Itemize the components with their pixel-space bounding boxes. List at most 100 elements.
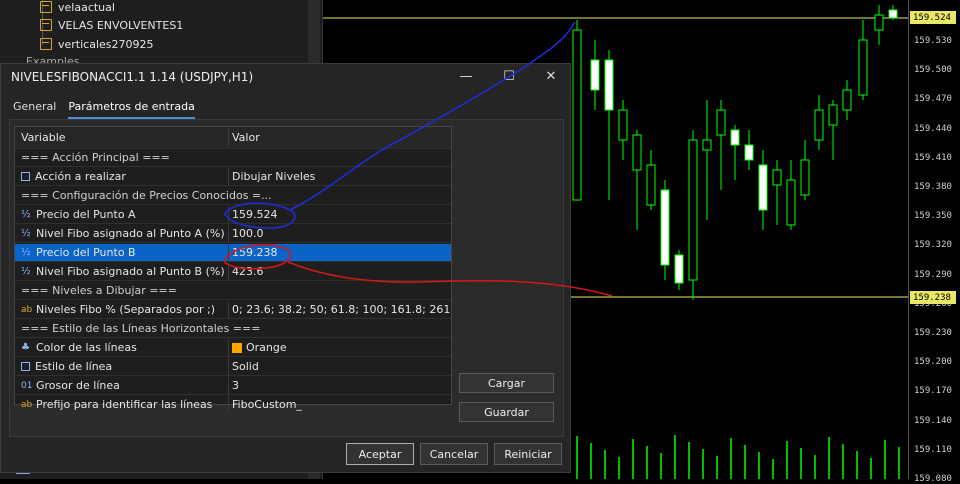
candle-body: [858, 39, 868, 96]
parameter-name: Estilo de línea: [35, 360, 113, 373]
minimize-button[interactable]: —: [451, 66, 481, 88]
candle-body: [786, 179, 796, 226]
parameter-value: 0; 23.6; 38.2; 50; 61.8; 100; 161.8; 261…: [232, 303, 451, 316]
ok-button[interactable]: Aceptar: [346, 443, 414, 465]
navigator-item[interactable]: verticales270925: [40, 35, 154, 53]
parameter-row[interactable]: Acción a realizar Dibujar Niveles: [15, 168, 451, 186]
parameter-value-cell[interactable]: 159.238: [229, 244, 451, 261]
indicator-properties-dialog: NIVELESFIBONACCI1.1 1.14 (USDJPY,H1) — ☐…: [0, 63, 571, 473]
parameter-name-cell: ½ Nivel Fibo asignado al Punto A (%): [15, 225, 229, 242]
level-b-tag: 159.238: [910, 291, 956, 304]
price-tick-label: 159.140: [914, 415, 952, 426]
double-icon: ½: [21, 228, 31, 239]
tab-general[interactable]: General: [13, 100, 56, 119]
parameter-name-cell: ½ Precio del Punto A: [15, 206, 229, 223]
parameter-name: === Configuración de Precios Conocidos =…: [21, 189, 272, 202]
candle-body: [814, 109, 824, 141]
price-tick-label: 159.470: [914, 94, 952, 105]
level-a-tag: 159.524: [910, 11, 956, 24]
parameter-name: === Acción Principal ===: [21, 151, 170, 164]
price-tick-label: 159.230: [914, 328, 952, 338]
parameter-value: 3: [232, 379, 239, 392]
parameter-row[interactable]: ab Prefijo para identificar las líneas Fib…: [15, 396, 451, 414]
parameter-row[interactable]: 01 Grosor de línea 3: [15, 377, 451, 395]
candles-group: [572, 5, 898, 300]
candle-body: [772, 169, 782, 186]
price-tick-label: 159.530: [914, 36, 952, 46]
maximize-button[interactable]: ☐: [494, 66, 524, 88]
parameter-value-cell[interactable]: 0; 23.6; 38.2; 50; 61.8; 100; 161.8; 261…: [229, 301, 451, 318]
tab-input-parameters[interactable]: Parámetros de entrada: [68, 100, 195, 119]
color-swatch: [232, 342, 242, 353]
parameter-value-cell[interactable]: Orange: [229, 339, 451, 356]
parameter-name-cell: Acción a realizar: [15, 168, 229, 185]
candle-body: [646, 164, 656, 206]
parameter-value: 159.524: [232, 208, 278, 221]
navigator-item[interactable]: velaactual: [40, 0, 115, 16]
parameter-value-cell[interactable]: 3: [229, 377, 451, 394]
price-tick-label: 159.350: [914, 211, 952, 222]
save-button[interactable]: Guardar: [459, 402, 554, 422]
parameter-name: Grosor de línea: [36, 379, 120, 392]
price-tick-label: 159.320: [914, 240, 952, 251]
parameter-row[interactable]: ½ Precio del Punto B 159.238: [15, 244, 451, 262]
parameter-row[interactable]: ab Niveles Fibo % (Separados por ;) 0; 23.…: [15, 301, 451, 319]
close-icon: ✕: [545, 69, 557, 84]
grid-header: Variable Valor: [15, 127, 451, 149]
color-icon: ♣: [21, 342, 30, 353]
column-header-value[interactable]: Valor: [229, 127, 451, 148]
column-header-variable[interactable]: Variable: [15, 127, 229, 148]
parameter-row[interactable]: ½ Nivel Fibo asignado al Punto A (%) 100.0: [15, 225, 451, 243]
parameter-value: 100.0: [232, 227, 264, 240]
parameter-name: Nivel Fibo asignado al Punto A (%): [36, 227, 225, 240]
parameter-value-cell[interactable]: FiboCustom_: [229, 396, 451, 413]
parameter-row[interactable]: ♣ Color de las líneas Orange: [15, 339, 451, 357]
parameter-name-cell: Estilo de línea: [15, 358, 229, 375]
parameter-value-cell[interactable]: Dibujar Niveles: [229, 168, 451, 185]
candle-body: [618, 109, 628, 141]
candle-body: [660, 189, 670, 266]
section-row[interactable]: === Niveles a Dibujar ===: [15, 282, 451, 300]
parameter-name: === Estilo de las Líneas Horizontales ==…: [21, 322, 261, 335]
parameter-name-cell: === Configuración de Precios Conocidos =…: [15, 187, 451, 204]
candle-body: [688, 139, 698, 281]
cancel-button[interactable]: Cancelar: [420, 443, 488, 465]
indicator-icon: [40, 19, 52, 31]
price-tick-label: 159.500: [914, 65, 952, 76]
parameter-row[interactable]: ½ Nivel Fibo asignado al Punto B (%) 423.6: [15, 263, 451, 281]
parameter-name: Prefijo para identificar las líneas: [36, 398, 213, 411]
parameter-name: === Niveles a Dibujar ===: [21, 284, 177, 297]
parameter-name: Precio del Punto B: [36, 246, 136, 259]
parameter-value-cell[interactable]: 100.0: [229, 225, 451, 242]
indicator-icon: [40, 1, 52, 13]
navigator-item[interactable]: VELAS ENVOLVENTES1: [40, 16, 183, 34]
section-row[interactable]: === Configuración de Precios Conocidos =…: [15, 187, 451, 205]
parameter-value-cell[interactable]: 159.524: [229, 206, 451, 223]
candle-body: [842, 89, 852, 111]
parameter-name-cell: ♣ Color de las líneas: [15, 339, 229, 356]
close-button[interactable]: ✕: [536, 66, 566, 88]
double-icon: ½: [21, 209, 31, 220]
parameter-name: Color de las líneas: [36, 341, 137, 354]
candle-body: [874, 14, 884, 31]
candle-body: [702, 139, 712, 151]
price-tick-label: 159.080: [914, 474, 952, 484]
parameter-row[interactable]: ½ Precio del Punto A 159.524: [15, 206, 451, 224]
section-row[interactable]: === Estilo de las Líneas Horizontales ==…: [15, 320, 451, 338]
parameter-row[interactable]: Estilo de línea Solid: [15, 358, 451, 376]
dialog-title: NIVELESFIBONACCI1.1 1.14 (USDJPY,H1): [11, 70, 254, 84]
section-row[interactable]: === Acción Principal ===: [15, 149, 451, 167]
parameter-value-cell[interactable]: Solid: [229, 358, 451, 375]
double-icon: ½: [21, 266, 31, 277]
parameter-value-cell[interactable]: 423.6: [229, 263, 451, 280]
load-button[interactable]: Cargar: [459, 373, 554, 393]
enum-icon: [21, 172, 30, 181]
candle-body: [758, 164, 768, 211]
candle-body: [590, 59, 600, 91]
candle-body: [730, 129, 740, 146]
candle-body: [744, 144, 754, 161]
parameter-name: Nivel Fibo asignado al Punto B (%): [36, 265, 225, 278]
reset-button[interactable]: Reiniciar: [494, 443, 562, 465]
candle-body: [800, 159, 810, 196]
price-tick-label: 159.410: [914, 152, 952, 163]
